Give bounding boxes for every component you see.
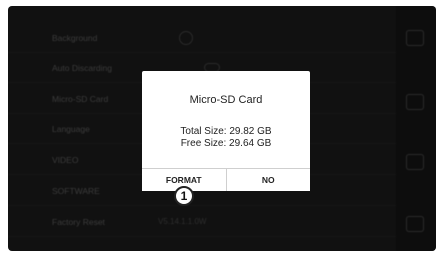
dialog-buttons: FORMAT NO [142, 168, 310, 191]
dialog-title: Micro-SD Card [189, 94, 263, 106]
no-button[interactable]: NO [225, 169, 310, 191]
device-frame: Background Auto Discarding Micro-SD Card… [0, 0, 444, 257]
callout-badge: 1 [174, 186, 194, 206]
dialog-info: Total Size: 29.82 GB Free Size: 29.64 GB [142, 126, 310, 150]
total-size-text: Total Size: 29.82 GB [180, 126, 272, 137]
free-size-text: Free Size: 29.64 GB [180, 138, 272, 149]
micro-sd-dialog: Micro-SD Card Total Size: 29.82 GB Free … [142, 71, 310, 191]
